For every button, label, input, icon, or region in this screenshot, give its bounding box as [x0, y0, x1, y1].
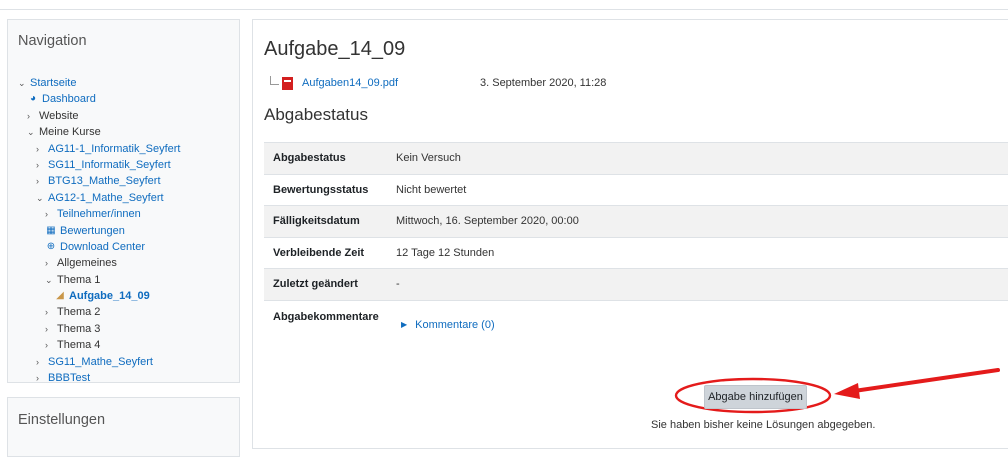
nav-item[interactable]: › Thema 2 — [18, 304, 180, 320]
chevron-down-icon[interactable]: ⌄ — [27, 124, 36, 140]
nav-item[interactable]: › Thema 3 — [18, 321, 180, 337]
comments-label: Abgabekommentare — [264, 299, 387, 361]
tree-connector — [270, 75, 279, 85]
add-submission-button[interactable]: Abgabe hinzufügen — [704, 385, 807, 409]
status-row: Zuletzt geändert - — [264, 268, 1008, 300]
nav-item[interactable]: › SG11_Informatik_Seyfert — [18, 157, 180, 173]
annotation-arrow — [834, 368, 1000, 399]
status-label: Fälligkeitsdatum — [264, 205, 387, 237]
nav-item-label: SG11_Informatik_Seyfert — [48, 158, 171, 171]
chevron-right-icon[interactable]: › — [45, 206, 54, 222]
nav-item-label: Thema 2 — [57, 306, 101, 319]
nav-item[interactable]: ⌄ Meine Kurse — [18, 124, 180, 140]
nav-item-label: Thema 4 — [57, 339, 101, 352]
nav-item[interactable]: ⌄ Startseite — [18, 75, 180, 91]
chevron-down-icon[interactable]: ⌄ — [36, 190, 45, 206]
nav-item[interactable]: › Teilnehmer/innen — [18, 206, 180, 222]
nav-item[interactable]: › SG11_Mathe_Seyfert — [18, 354, 180, 370]
nav-item[interactable]: › Thema 4 — [18, 337, 180, 353]
dashboard-icon: ◕ — [29, 93, 37, 105]
status-value: Mittwoch, 16. September 2020, 00:00 — [387, 205, 1008, 237]
table-icon: ▦ — [46, 224, 56, 236]
chevron-down-icon[interactable]: ⌄ — [18, 75, 27, 91]
status-row: Bewertungsstatus Nicht bewertet — [264, 173, 1008, 206]
status-value: Nicht bewertet — [387, 173, 1008, 206]
nav-item[interactable]: › Website — [18, 108, 180, 124]
assignment-icon: ◢ — [56, 290, 64, 302]
chevron-right-icon[interactable]: › — [36, 173, 45, 189]
submission-status-table: Abgabestatus Kein Versuch Bewertungsstatus… — [264, 142, 1008, 361]
page-title: Aufgabe_14_09 — [264, 38, 406, 60]
nav-item[interactable]: ⊕ Download Center — [18, 239, 180, 255]
nav-item[interactable]: ◕ Dashboard — [18, 91, 180, 107]
status-label: Zuletzt geändert — [264, 268, 387, 300]
section-title: Abgabestatus — [264, 105, 368, 124]
nav-item-label: BTG13_Mathe_Seyfert — [48, 175, 161, 188]
nav-item[interactable]: ▦ Bewertungen — [18, 223, 180, 239]
file-link[interactable]: Aufgaben14_09.pdf — [302, 77, 398, 89]
chevron-right-icon[interactable]: › — [45, 321, 54, 337]
expand-icon: ▶ — [401, 320, 408, 329]
chevron-right-icon[interactable]: › — [27, 108, 36, 124]
nav-item-label: BBBTest — [48, 372, 91, 385]
settings-block: Einstellungen — [7, 397, 240, 457]
status-row: Verbleibende Zeit 12 Tage 12 Stunden — [264, 236, 1008, 269]
nav-item[interactable]: ⌄ AG12-1_Mathe_Seyfert — [18, 190, 180, 206]
nav-item-label: Meine Kurse — [39, 126, 101, 139]
status-label: Abgabestatus — [264, 142, 387, 174]
navigation-tree: ⌄ Startseite ◕ Dashboard › Website ⌄ Meine Kurs… — [18, 75, 180, 386]
chevron-right-icon[interactable]: › — [36, 370, 45, 386]
chevron-right-icon[interactable]: › — [45, 304, 54, 320]
nav-item[interactable]: › AG11-1_Informatik_Seyfert — [18, 141, 180, 157]
status-row: Abgabestatus Kein Versuch — [264, 142, 1008, 174]
settings-title: Einstellungen — [18, 412, 106, 428]
nav-item[interactable]: ⌄ Thema 1 — [18, 272, 180, 288]
nav-item-label: Teilnehmer/innen — [57, 208, 141, 221]
nav-item-label: Thema 3 — [57, 322, 101, 335]
nav-item-label: Thema 1 — [57, 273, 101, 286]
file-date: 3. September 2020, 11:28 — [480, 77, 607, 89]
chevron-right-icon[interactable]: › — [36, 157, 45, 173]
status-row: Fälligkeitsdatum Mittwoch, 16. September … — [264, 205, 1008, 237]
nav-item[interactable]: › Allgemeines — [18, 255, 180, 271]
nav-item-label: Download Center — [60, 240, 145, 253]
top-bar — [0, 0, 1008, 10]
nav-item-label: Website — [39, 109, 79, 122]
nav-item-label: SG11_Mathe_Seyfert — [48, 355, 153, 368]
status-value: 12 Tage 12 Stunden — [387, 236, 1008, 269]
nav-item[interactable]: › BBBTest — [18, 370, 180, 386]
nav-item[interactable]: › BTG13_Mathe_Seyfert — [18, 173, 180, 189]
no-submission-hint: Sie haben bisher keine Lösungen abgegebe… — [651, 419, 876, 431]
status-value: Kein Versuch — [387, 142, 1008, 174]
download-icon: ⊕ — [46, 240, 56, 252]
status-value: - — [387, 268, 1008, 300]
navigation-title: Navigation — [18, 33, 87, 49]
nav-item-label: Allgemeines — [57, 257, 117, 270]
pdf-icon — [282, 76, 293, 90]
nav-item-label: Dashboard — [42, 93, 96, 106]
nav-item-label: Startseite — [30, 77, 77, 89]
navigation-block: Navigation ⌄ Startseite ◕ Dashboard › Website… — [7, 19, 240, 386]
comments-row: Abgabekommentare ▶ Kommentare (0) — [264, 299, 1008, 361]
chevron-down-icon[interactable]: ⌄ — [45, 272, 54, 288]
status-label: Verbleibende Zeit — [264, 236, 387, 269]
nav-item-label: Aufgabe_14_09 — [69, 290, 150, 303]
chevron-right-icon[interactable]: › — [36, 141, 45, 157]
chevron-right-icon[interactable]: › — [36, 354, 45, 370]
file-row: Aufgaben14_09.pdf — [270, 74, 398, 92]
nav-item[interactable]: ◢ Aufgabe_14_09 — [18, 288, 180, 304]
nav-item-label: AG12-1_Mathe_Seyfert — [48, 191, 164, 204]
nav-item-label: AG11-1_Informatik_Seyfert — [48, 142, 181, 155]
status-label: Bewertungsstatus — [264, 173, 387, 206]
comments-link[interactable]: ▶ Kommentare (0) — [401, 319, 495, 331]
chevron-right-icon[interactable]: › — [45, 255, 54, 271]
nav-item-label: Bewertungen — [60, 224, 125, 237]
comments-link-label: Kommentare (0) — [415, 318, 495, 331]
chevron-right-icon[interactable]: › — [45, 337, 54, 353]
